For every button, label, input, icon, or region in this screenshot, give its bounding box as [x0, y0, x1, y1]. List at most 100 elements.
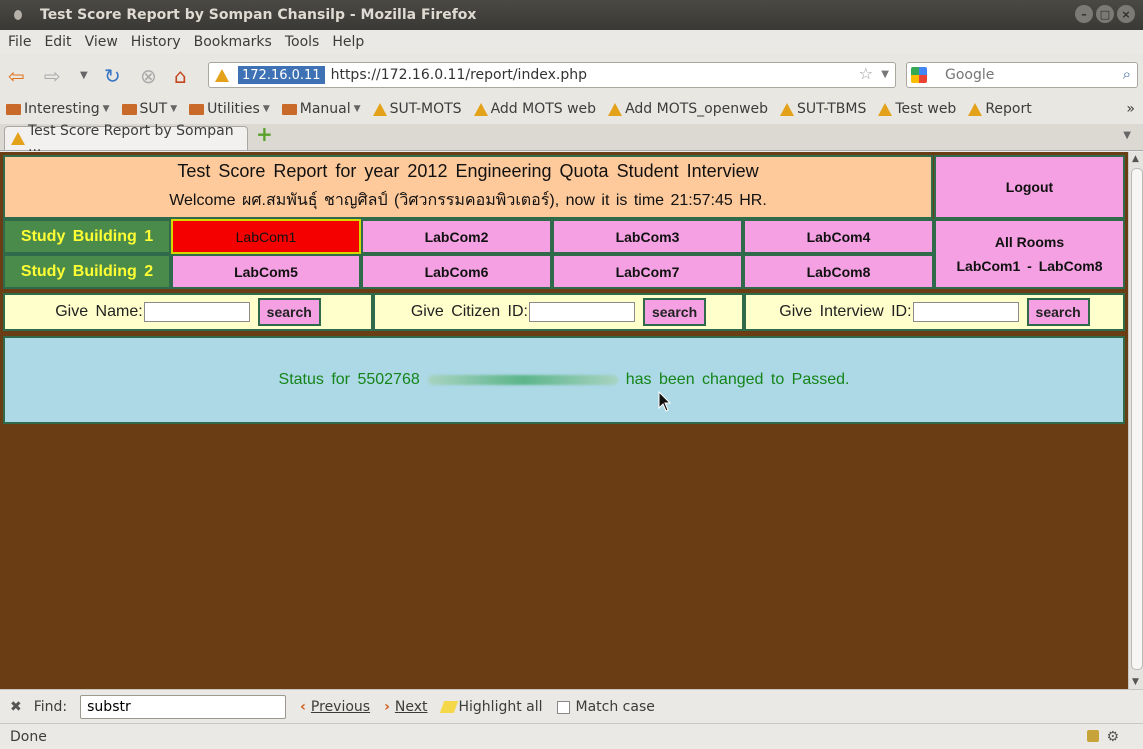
chevron-down-icon: ▼	[262, 104, 270, 114]
overflow-chevron-icon[interactable]: »	[1126, 101, 1135, 117]
menu-file[interactable]: File	[8, 34, 31, 50]
lock-icon[interactable]	[1087, 730, 1099, 742]
bookmark-add-mots-openweb[interactable]: Add MOTS_openweb	[608, 101, 768, 117]
search-citizen-button[interactable]: search	[642, 298, 707, 326]
bookmark-add-mots-web[interactable]: Add MOTS web	[473, 101, 596, 117]
study-building-1[interactable]: Study Building 1	[3, 219, 171, 254]
search-by-interview-id: Give Interview ID: search	[744, 293, 1125, 331]
window-menu-icon[interactable]	[14, 10, 22, 20]
menu-view[interactable]: View	[85, 34, 118, 50]
warning-icon	[780, 102, 795, 116]
bookmark-sut-mots[interactable]: SUT-MOTS	[372, 101, 462, 117]
bookmark-folder-manual[interactable]: Manual ▼	[281, 101, 361, 117]
history-dropdown-icon[interactable]: ▼	[80, 70, 88, 81]
lab-labcom7[interactable]: LabCom7	[552, 254, 743, 289]
previous-arrow-icon: ‹	[300, 699, 306, 715]
bookmark-report[interactable]: Report	[968, 101, 1032, 117]
status-message: Status for 5502768 has been changed to P…	[3, 336, 1125, 424]
highlighter-icon	[439, 701, 458, 713]
google-engine-icon[interactable]	[911, 67, 927, 83]
search-bar[interactable]: ⌕	[906, 62, 1138, 88]
home-icon[interactable]: ⌂	[174, 64, 187, 88]
menu-edit[interactable]: Edit	[44, 34, 71, 50]
menu-bookmarks[interactable]: Bookmarks	[194, 34, 272, 50]
lab-labcom2[interactable]: LabCom2	[361, 219, 552, 254]
search-interview-button[interactable]: search	[1026, 298, 1090, 326]
bookmark-folder-sut[interactable]: SUT ▼	[121, 101, 177, 117]
logout-button[interactable]: Logout	[934, 155, 1125, 219]
site-identity-icon[interactable]	[215, 68, 229, 82]
all-rooms-button[interactable]: All Rooms LabCom1 - LabCom8	[934, 219, 1125, 289]
menu-help[interactable]: Help	[332, 34, 364, 50]
window-title: Test Score Report by Sompan Chansilp - M…	[40, 7, 477, 23]
maximize-icon[interactable]: □	[1096, 5, 1114, 23]
find-input[interactable]	[80, 695, 287, 719]
lab-labcom5[interactable]: LabCom5	[171, 254, 361, 289]
search-name-button[interactable]: search	[257, 298, 321, 326]
navigation-toolbar: ⇦ ⇨ ▼ ↻ ⊗ ⌂ 172.16.0.11 https://172.16.0…	[0, 54, 1143, 94]
bookmark-folder-utilities[interactable]: Utilities ▼	[189, 101, 270, 117]
url-dropdown-icon[interactable]: ▼	[881, 69, 889, 80]
citizen-id-input[interactable]	[528, 302, 635, 322]
study-building-2[interactable]: Study Building 2	[3, 254, 171, 289]
next-arrow-icon: ›	[384, 699, 390, 715]
addon-icon[interactable]: ⚙	[1106, 729, 1119, 745]
status-bar: Done ⚙	[0, 723, 1143, 749]
report-header: Test Score Report for year 2012 Engineer…	[3, 155, 933, 219]
scrollbar-thumb[interactable]	[1131, 168, 1143, 670]
bookmark-folder-interesting[interactable]: Interesting ▼	[6, 101, 110, 117]
match-case-checkbox[interactable]: Match case	[556, 699, 655, 715]
name-input[interactable]	[143, 302, 250, 322]
menu-tools[interactable]: Tools	[285, 34, 320, 50]
warning-icon	[473, 102, 488, 116]
name-label: Give Name:	[55, 303, 143, 320]
reload-icon[interactable]: ↻	[104, 64, 121, 88]
lab-labcom3[interactable]: LabCom3	[552, 219, 743, 254]
bookmark-sut-tbms[interactable]: SUT-TBMS	[780, 101, 866, 117]
lab-labcom4[interactable]: LabCom4	[743, 219, 934, 254]
warning-icon	[372, 102, 387, 116]
bookmark-star-icon[interactable]: ☆	[859, 64, 873, 83]
page-content: Test Score Report for year 2012 Engineer…	[0, 152, 1128, 689]
menu-bar: File Edit View History Bookmarks Tools H…	[0, 30, 1143, 54]
find-bar: ✖ Find: ‹Previous ›Next Highlight all Ma…	[0, 689, 1143, 724]
redacted-name	[427, 375, 618, 385]
lab-labcom1[interactable]: LabCom1	[171, 219, 361, 254]
search-input[interactable]	[943, 66, 1107, 84]
lab-labcom6[interactable]: LabCom6	[361, 254, 552, 289]
warning-icon	[878, 102, 893, 116]
highlight-all-button[interactable]: Highlight all	[439, 699, 543, 715]
interview-id-label: Give Interview ID:	[779, 303, 912, 320]
forward-arrow-icon[interactable]: ⇨	[44, 64, 61, 88]
bookmarks-toolbar: Interesting ▼ SUT ▼ Utilities ▼ Manual ▼ SUT…	[0, 94, 1143, 124]
site-identity-label[interactable]: 172.16.0.11	[238, 66, 325, 84]
bookmark-test-web[interactable]: Test web	[878, 101, 956, 117]
url-bar[interactable]: 172.16.0.11 https://172.16.0.11/report/i…	[208, 62, 896, 88]
folder-icon	[6, 103, 21, 115]
scroll-up-icon[interactable]: ▲	[1132, 154, 1139, 164]
warning-icon	[968, 102, 983, 116]
interview-id-input[interactable]	[912, 302, 1019, 322]
url-text[interactable]: https://172.16.0.11/report/index.php	[331, 67, 587, 83]
page-title: Test Score Report for year 2012 Engineer…	[177, 161, 759, 181]
close-find-icon[interactable]: ✖	[10, 699, 22, 715]
search-icon[interactable]: ⌕	[1123, 65, 1131, 83]
stop-icon[interactable]: ⊗	[140, 64, 157, 88]
menu-history[interactable]: History	[131, 34, 181, 50]
vertical-scrollbar[interactable]: ▲ ▼	[1128, 152, 1143, 689]
tab-test-score-report[interactable]: Test Score Report by Sompan ...	[4, 123, 248, 155]
mouse-cursor-icon	[658, 391, 672, 412]
new-tab-icon[interactable]: +	[256, 122, 273, 146]
all-rooms-range: LabCom1 - LabCom8	[956, 258, 1103, 274]
close-icon[interactable]: ×	[1117, 5, 1135, 23]
minimize-icon[interactable]: –	[1075, 5, 1093, 23]
warning-icon	[11, 132, 25, 145]
lab-labcom8[interactable]: LabCom8	[743, 254, 934, 289]
window-titlebar: Test Score Report by Sompan Chansilp - M…	[0, 0, 1143, 30]
find-next-button[interactable]: › Next	[384, 699, 427, 715]
scroll-down-icon[interactable]: ▼	[1132, 677, 1139, 687]
tab-list-dropdown-icon[interactable]: ▼	[1123, 130, 1131, 141]
status-text: Done	[10, 728, 47, 745]
back-arrow-icon[interactable]: ⇦	[8, 64, 25, 88]
find-previous-button[interactable]: ‹ Previous	[300, 699, 370, 715]
